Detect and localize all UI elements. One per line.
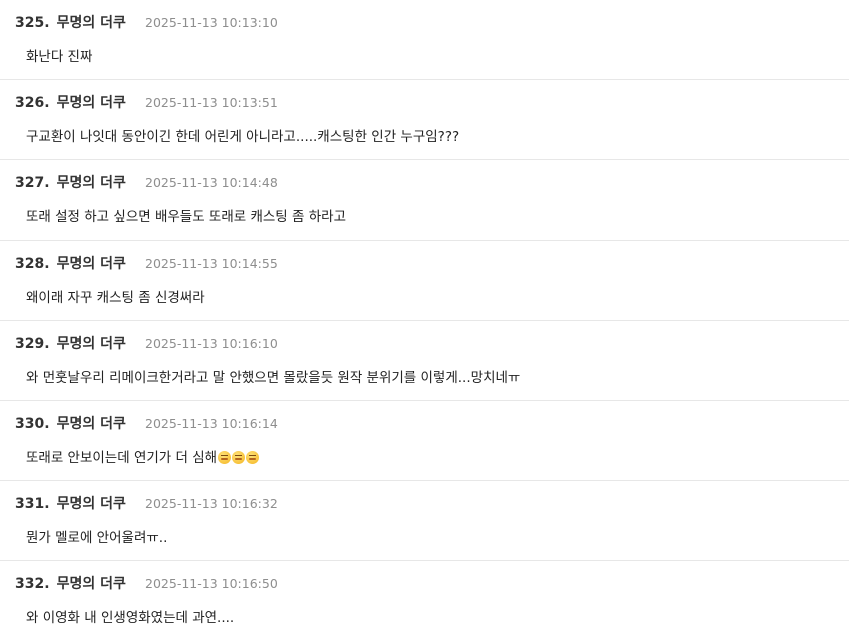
comment-author[interactable]: 무명의 더쿠 (57, 496, 126, 512)
comment-text: 화난다 진짜 (15, 47, 835, 67)
comment-author[interactable]: 무명의 더쿠 (57, 576, 126, 592)
comment-item: 328. 무명의 더쿠 2025-11-13 10:14:55 왜이래 자꾸 캐… (0, 241, 849, 321)
comment-text: 왜이래 자꾸 캐스팅 좀 신경써라 (15, 288, 835, 308)
comment-item: 326. 무명의 더쿠 2025-11-13 10:13:51 구교환이 나잇대… (0, 80, 849, 161)
comment-header: 329. 무명의 더쿠 2025-11-13 10:16:10 (15, 333, 835, 353)
comment-text-content: 와 이영화 내 인생영화였는데 과연.... (26, 610, 235, 627)
comment-timestamp: 2025-11-13 10:16:10 (145, 335, 278, 351)
comment-text-content: 뭔가 멜로에 안어울려ㅠ.. (26, 530, 168, 547)
comment-text: 와 이영화 내 인생영화였는데 과연.... (15, 608, 835, 628)
comment-item: 330. 무명의 더쿠 2025-11-13 10:16:14 또래로 안보이는… (0, 401, 849, 482)
comment-timestamp: 2025-11-13 10:16:50 (145, 576, 278, 592)
comment-author[interactable]: 무명의 더쿠 (57, 416, 126, 432)
comment-timestamp: 2025-11-13 10:13:51 (145, 95, 278, 111)
weary-face-icon (218, 450, 232, 464)
comment-number: 326. (15, 95, 50, 112)
comment-text: 또래 설정 하고 싶으면 배우들도 또래로 캐스팅 좀 하라고 (15, 207, 835, 227)
comment-number: 329. (15, 335, 50, 352)
comment-author[interactable]: 무명의 더쿠 (57, 175, 126, 191)
comment-header: 328. 무명의 더쿠 2025-11-13 10:14:55 (15, 253, 835, 273)
comment-text: 뭔가 멜로에 안어울려ㅠ.. (15, 528, 835, 548)
comment-header: 327. 무명의 더쿠 2025-11-13 10:14:48 (15, 172, 835, 192)
comment-text: 와 먼훗날우리 리메이크한거라고 말 안했으면 몰랐을듯 원작 분위기를 이렇게… (15, 368, 835, 388)
comment-number: 332. (15, 576, 50, 593)
comment-item: 329. 무명의 더쿠 2025-11-13 10:16:10 와 먼훗날우리 … (0, 321, 849, 401)
comment-timestamp: 2025-11-13 10:13:10 (145, 15, 278, 30)
comment-timestamp: 2025-11-13 10:14:48 (145, 175, 278, 191)
comment-text: 또래로 안보이는데 연기가 더 심해 (15, 448, 835, 468)
comment-text: 구교환이 나잇대 동안이긴 한데 어린게 아니라고.....캐스팅한 인간 누구… (15, 127, 835, 147)
comment-text-content: 화난다 진짜 (26, 49, 93, 65)
comment-item: 325. 무명의 더쿠 2025-11-13 10:13:10 화난다 진짜 (0, 0, 849, 81)
comment-header: 326. 무명의 더쿠 2025-11-13 10:13:51 (15, 92, 835, 112)
comment-item: 331. 무명의 더쿠 2025-11-13 10:16:32 뭔가 멜로에 안… (0, 481, 849, 562)
comment-author[interactable]: 무명의 더쿠 (57, 15, 126, 31)
comment-number: 331. (15, 496, 50, 513)
comment-text-content: 또래 설정 하고 싶으면 배우들도 또래로 캐스팅 좀 하라고 (26, 209, 346, 226)
comment-author[interactable]: 무명의 더쿠 (57, 256, 126, 272)
comment-number: 330. (15, 415, 50, 432)
comment-number: 325. (15, 15, 50, 31)
comment-timestamp: 2025-11-13 10:16:14 (145, 415, 278, 431)
comment-header: 331. 무명의 더쿠 2025-11-13 10:16:32 (15, 493, 835, 513)
weary-face-icon (232, 450, 246, 464)
comment-header: 330. 무명의 더쿠 2025-11-13 10:16:14 (15, 413, 835, 433)
comment-list: 325. 무명의 더쿠 2025-11-13 10:13:10 화난다 진짜 3… (0, 0, 849, 642)
comment-text-content: 구교환이 나잇대 동안이긴 한데 어린게 아니라고.....캐스팅한 인간 누구… (26, 129, 460, 146)
comment-text-content: 왜이래 자꾸 캐스팅 좀 신경써라 (26, 289, 205, 306)
comment-timestamp: 2025-11-13 10:14:55 (145, 255, 278, 271)
comment-number: 327. (15, 175, 50, 192)
comment-header: 325. 무명의 더쿠 2025-11-13 10:13:10 (15, 12, 835, 32)
comment-item: 332. 무명의 더쿠 2025-11-13 10:16:50 와 이영화 내 … (0, 561, 849, 641)
comment-author[interactable]: 무명의 더쿠 (57, 95, 126, 111)
comment-text-content: 또래로 안보이는데 연기가 더 심해 (26, 449, 218, 466)
comment-item: 327. 무명의 더쿠 2025-11-13 10:14:48 또래 설정 하고… (0, 160, 849, 241)
weary-face-icon (246, 450, 260, 464)
comment-timestamp: 2025-11-13 10:16:32 (145, 496, 278, 512)
comment-text-content: 와 먼훗날우리 리메이크한거라고 말 안했으면 몰랐을듯 원작 분위기를 이렇게… (26, 369, 521, 386)
comment-header: 332. 무명의 더쿠 2025-11-13 10:16:50 (15, 573, 835, 593)
comment-author[interactable]: 무명의 더쿠 (57, 336, 126, 352)
comment-number: 328. (15, 255, 50, 272)
